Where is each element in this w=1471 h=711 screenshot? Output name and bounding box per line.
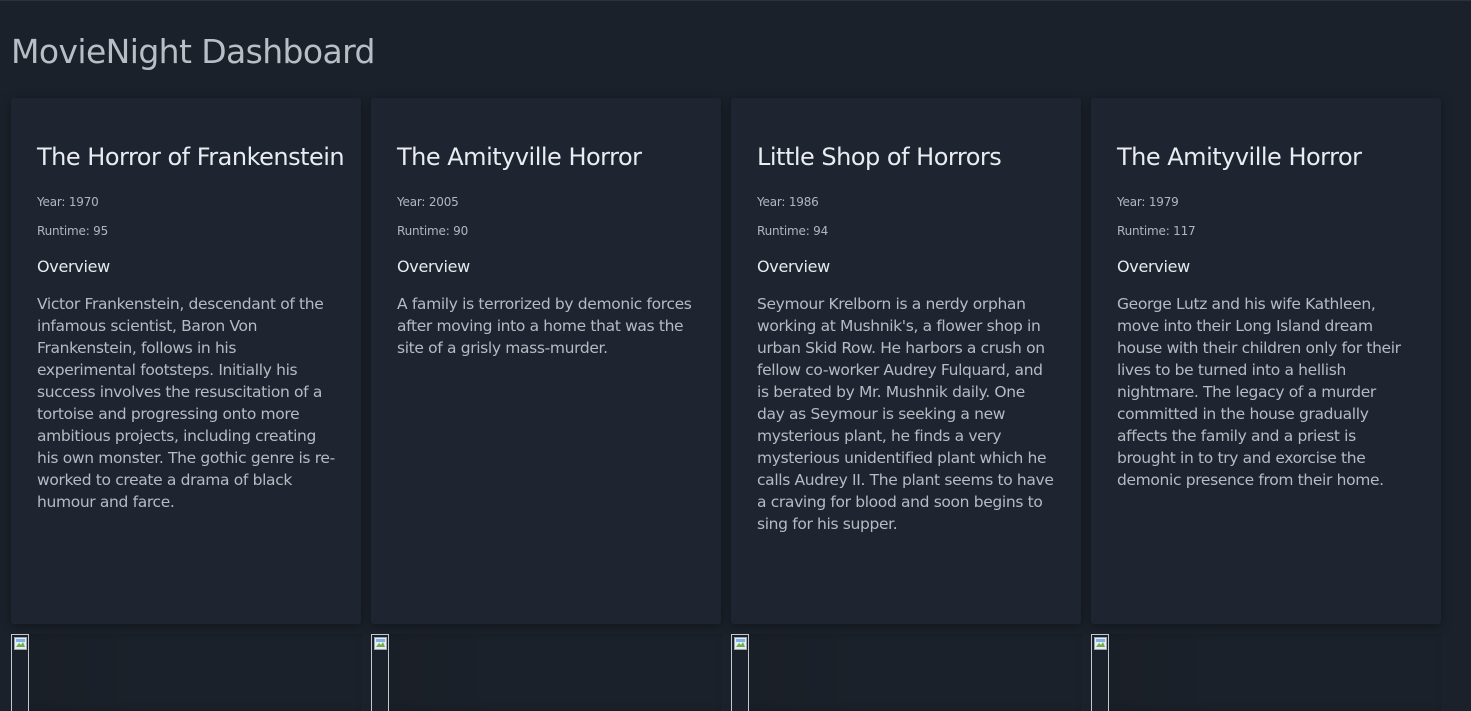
- overview-heading: Overview: [37, 257, 110, 276]
- movie-runtime: Runtime: 117: [1117, 224, 1196, 238]
- movie-year: Year: 1986: [757, 195, 819, 209]
- movie-year: Year: 1970: [37, 195, 99, 209]
- movie-poster-image[interactable]: [1091, 634, 1109, 711]
- movie-title: Little Shop of Horrors: [757, 143, 1002, 171]
- movie-runtime: Runtime: 95: [37, 224, 109, 238]
- overview-heading: Overview: [1117, 257, 1190, 276]
- movie-year: Year: 2005: [397, 195, 459, 209]
- overview-heading: Overview: [397, 257, 470, 276]
- movie-runtime: Runtime: 90: [397, 224, 469, 238]
- broken-image-icon: [734, 637, 747, 650]
- movie-overview: Victor Frankenstein, descendant of the i…: [37, 295, 335, 511]
- movie-card[interactable]: The Amityville Horror Year: 2005 Runtime…: [371, 98, 721, 624]
- overview-heading: Overview: [757, 257, 830, 276]
- poster-card-background: [1091, 634, 1441, 711]
- poster-card-background: [731, 634, 1081, 711]
- broken-image-icon: [14, 637, 27, 650]
- movie-poster-image[interactable]: [731, 634, 749, 711]
- movie-poster-image[interactable]: [371, 634, 389, 711]
- movie-overview: George Lutz and his wife Kathleen, move …: [1117, 295, 1401, 489]
- movie-card-list: The Horror of Frankenstein Year: 1970 Ru…: [11, 98, 1441, 624]
- poster-card-background: [11, 634, 361, 711]
- poster-row: [11, 634, 1441, 711]
- movie-title: The Amityville Horror: [1117, 143, 1362, 171]
- movie-year: Year: 1979: [1117, 195, 1179, 209]
- movie-title: The Amityville Horror: [397, 143, 642, 171]
- movie-poster-image[interactable]: [11, 634, 29, 711]
- page-title: MovieNight Dashboard: [11, 32, 375, 71]
- dashboard-page: MovieNight Dashboard The Horror of Frank…: [0, 0, 1471, 711]
- movie-card[interactable]: The Amityville Horror Year: 1979 Runtime…: [1091, 98, 1441, 624]
- broken-image-icon: [374, 637, 387, 650]
- movie-title: The Horror of Frankenstein: [37, 143, 345, 171]
- movie-card[interactable]: Little Shop of Horrors Year: 1986 Runtim…: [731, 98, 1081, 624]
- poster-card-background: [371, 634, 721, 711]
- movie-overview: Seymour Krelborn is a nerdy orphan worki…: [757, 295, 1054, 533]
- movie-runtime: Runtime: 94: [757, 224, 829, 238]
- broken-image-icon: [1094, 637, 1107, 650]
- movie-card[interactable]: The Horror of Frankenstein Year: 1970 Ru…: [11, 98, 361, 624]
- movie-overview: A family is terrorized by demonic forces…: [397, 295, 692, 357]
